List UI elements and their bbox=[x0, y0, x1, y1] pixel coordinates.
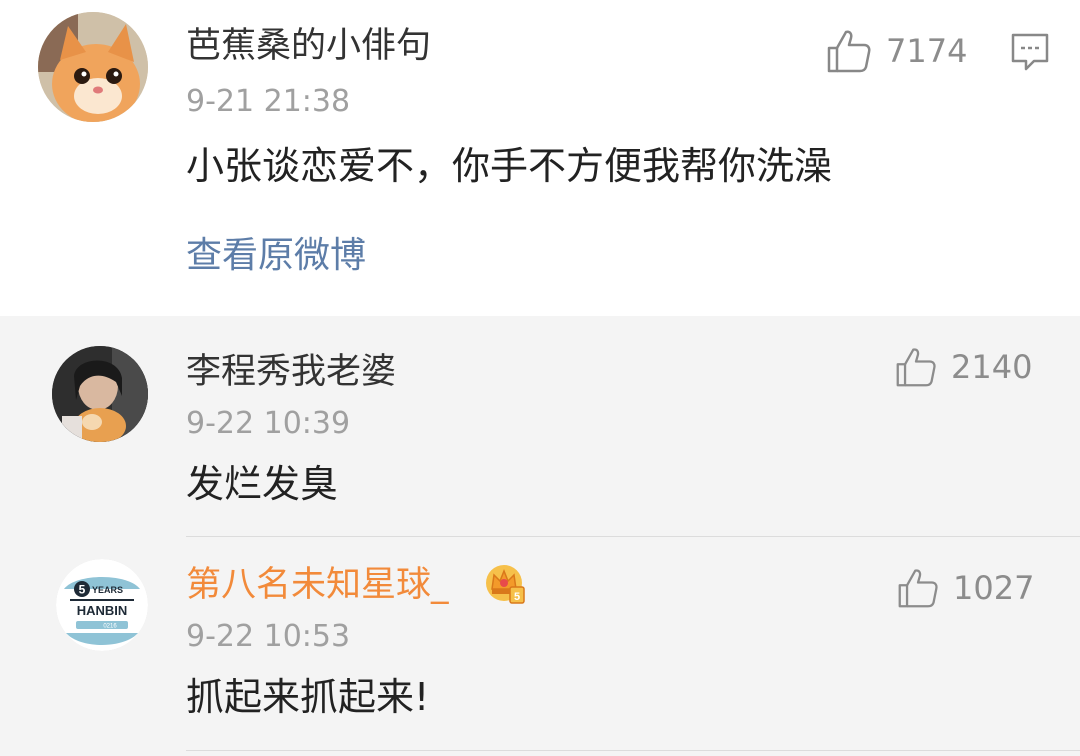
hanbin-5-years-badge-avatar-icon[interactable]: 5 YEARS HANBIN 0216 bbox=[56, 559, 148, 651]
person-with-cat-avatar-icon[interactable] bbox=[52, 346, 148, 442]
view-original-weibo-link[interactable]: 查看原微博 bbox=[186, 233, 366, 279]
comment-username[interactable]: 芭蕉桑的小俳句 bbox=[186, 24, 431, 68]
reply-item: 李程秀我老婆 2140 9-22 10:39 发烂发臭 bbox=[0, 316, 1080, 536]
thumbs-up-icon bbox=[827, 30, 871, 73]
main-comment: 芭蕉桑的小俳句 7174 9-21 21:38 小张谈恋爱不，你手不方便我帮你洗… bbox=[0, 0, 1080, 316]
thumbs-up-icon bbox=[898, 569, 938, 608]
reply-text: 抓起来抓起来! bbox=[186, 675, 430, 719]
reply-timestamp: 9-22 10:39 bbox=[186, 406, 351, 441]
crown-badge-icon[interactable]: 5 bbox=[484, 563, 528, 607]
reply-username[interactable]: 第八名未知星球_ bbox=[186, 563, 449, 607]
comment-bubble-icon[interactable] bbox=[1010, 32, 1050, 72]
crown-badge-label: 5 bbox=[514, 591, 520, 603]
reply-text: 发烂发臭 bbox=[186, 462, 339, 506]
badge-date: 0216 bbox=[103, 624, 117, 630]
comment-timestamp: 9-21 21:38 bbox=[186, 84, 351, 119]
comment-text: 小张谈恋爱不，你手不方便我帮你洗澡 bbox=[186, 144, 833, 188]
reply-like-count: 2140 bbox=[951, 348, 1033, 386]
reply-like-count: 1027 bbox=[953, 569, 1035, 607]
comment-like-count: 7174 bbox=[886, 32, 968, 70]
badge-name: HANBIN bbox=[77, 603, 128, 618]
thumbs-up-icon bbox=[896, 348, 936, 387]
badge-number: 5 bbox=[79, 583, 86, 597]
reply-like-button[interactable]: 1027 bbox=[897, 567, 1034, 609]
reply-divider bbox=[186, 750, 1080, 751]
badge-years: YEARS bbox=[92, 585, 123, 595]
reply-like-button[interactable]: 2140 bbox=[895, 346, 1032, 388]
reply-timestamp: 9-22 10:53 bbox=[186, 619, 351, 654]
comment-like-button[interactable]: 7174 bbox=[826, 28, 967, 74]
cat-avatar-icon[interactable] bbox=[38, 12, 148, 122]
reply-item: 5 YEARS HANBIN 0216 第八名未知星球_ 5 1027 9-22… bbox=[0, 537, 1080, 756]
reply-username[interactable]: 李程秀我老婆 bbox=[186, 350, 396, 394]
